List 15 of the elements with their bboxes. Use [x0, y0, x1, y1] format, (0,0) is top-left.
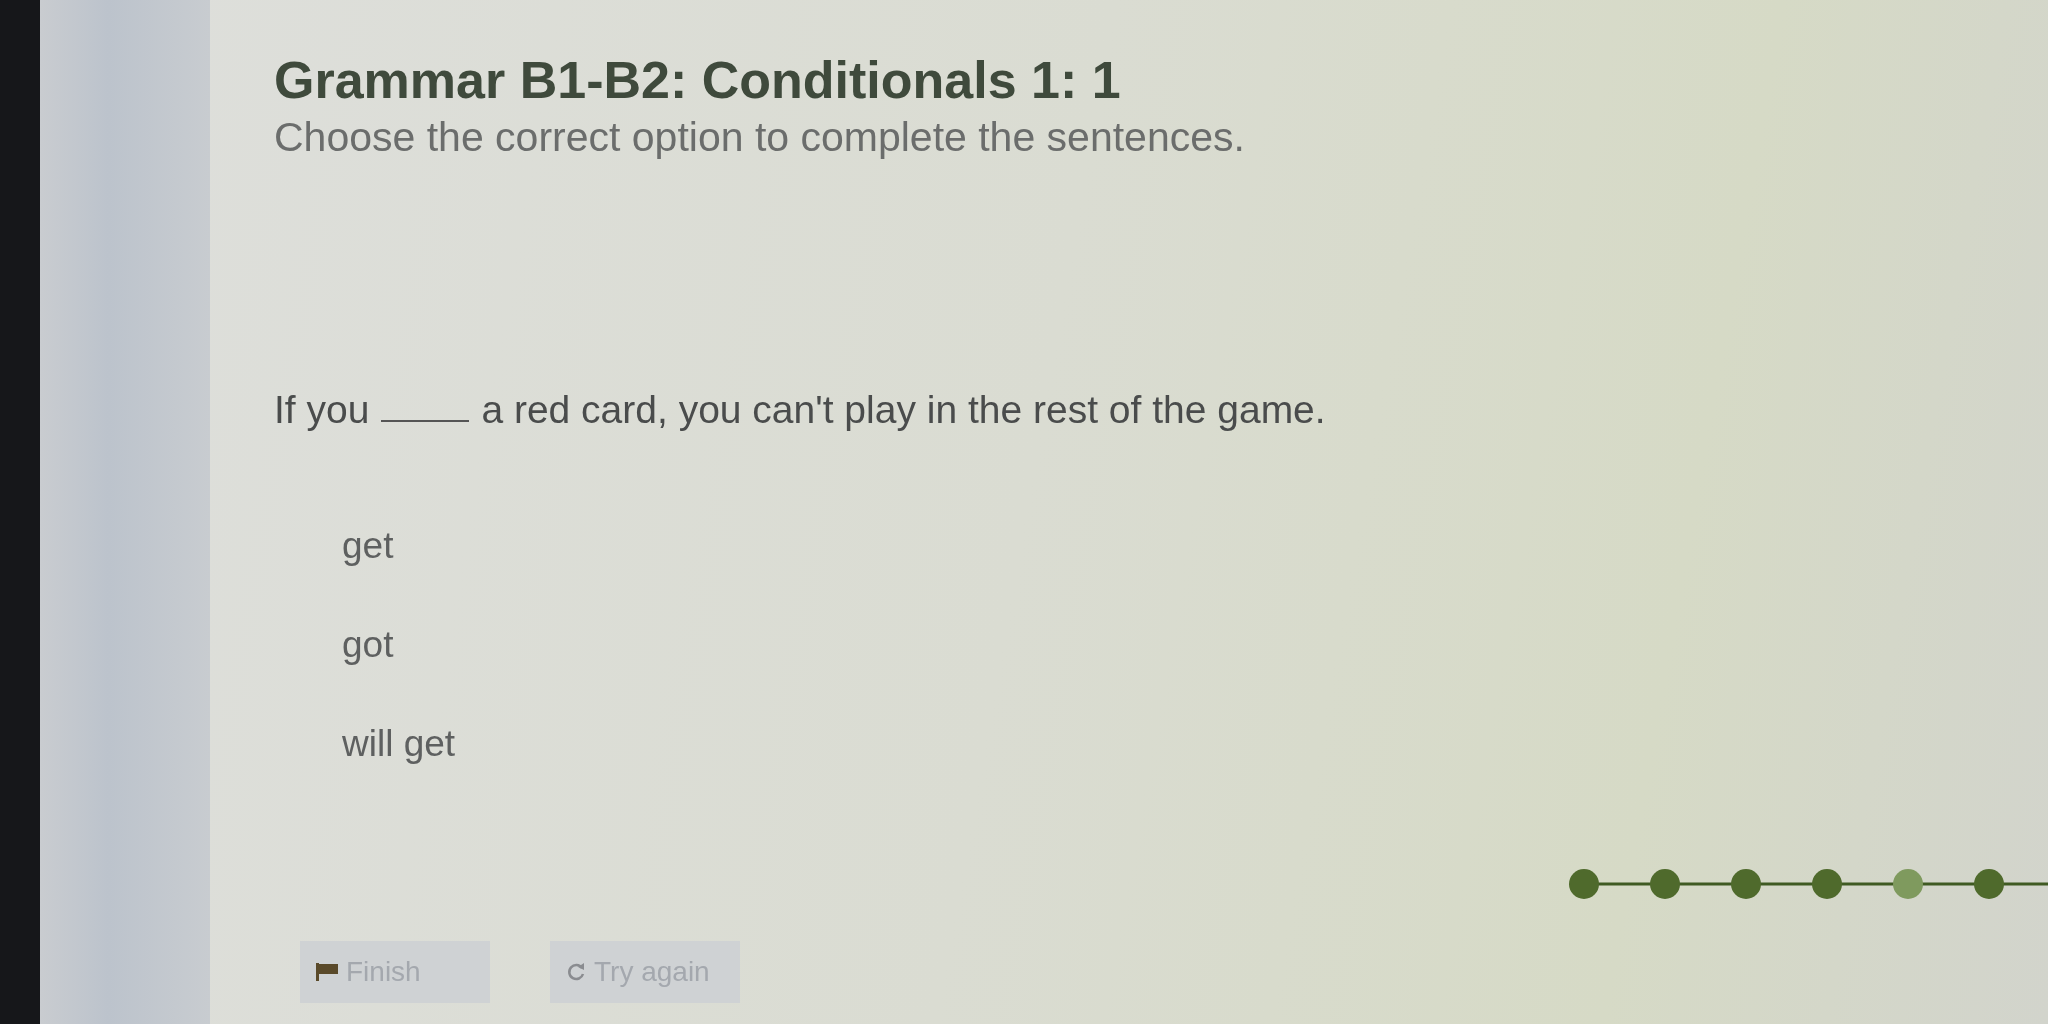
sentence-end: a red card, you can't play in the rest of the game.: [481, 387, 1326, 433]
instruction-text: Choose the correct option to complete the sentences.: [274, 113, 1246, 161]
progress-dot[interactable]: [1893, 869, 1923, 899]
progress-dot[interactable]: [1569, 869, 1599, 899]
flag-icon: [316, 963, 338, 981]
answer-option[interactable]: will get: [330, 721, 468, 767]
refresh-icon: [566, 962, 586, 982]
answer-option[interactable]: got: [330, 622, 406, 668]
progress-dot[interactable]: [1650, 869, 1680, 899]
quiz-title: Grammar B1-B2: Conditionals 1: 1: [274, 50, 1122, 110]
progress-dot[interactable]: [1974, 869, 2004, 899]
sentence-start: If you: [274, 387, 370, 433]
progress-dot[interactable]: [1731, 869, 1761, 899]
progress-dot[interactable]: [1812, 869, 1842, 899]
answer-option[interactable]: get: [330, 523, 406, 569]
